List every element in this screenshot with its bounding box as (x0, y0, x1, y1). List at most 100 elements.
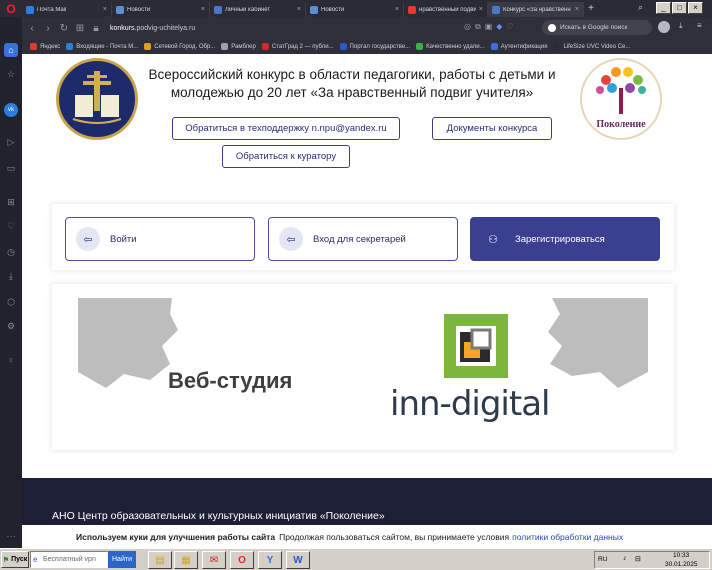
search-input[interactable]: Искать в Google поиск (542, 20, 652, 35)
pdf-reader-icon[interactable]: ✉ (202, 551, 226, 569)
clock-date: 30.01.2025 (665, 561, 698, 568)
reload-icon[interactable]: ↻ (56, 23, 72, 34)
opera-menu-icon[interactable]: O (0, 0, 22, 17)
browser-tab[interactable]: нравственный подвиг × (404, 2, 488, 17)
tab-close-icon[interactable]: × (103, 6, 107, 13)
browser-tab[interactable]: Личный кабинет × (210, 2, 306, 17)
taskbar-find-button[interactable]: Найти (108, 551, 136, 568)
bookmark-item[interactable]: Рамблер (221, 43, 256, 50)
vpn-icon[interactable]: ◎ (464, 22, 471, 32)
tab-close-icon[interactable]: × (395, 6, 399, 13)
word-icon[interactable]: W (286, 551, 310, 569)
tab-search-icon[interactable]: ⌕ (638, 2, 643, 13)
cookie-bold: Используем куки для улучшения работы сай… (76, 531, 276, 542)
page-title: Всероссийский конкурс в области педагоги… (148, 67, 556, 100)
privacy-policy-link[interactable]: политики обработки данных (512, 532, 623, 542)
account-avatar[interactable] (658, 21, 670, 33)
bookmark-favicon-icon (221, 43, 229, 50)
support-button[interactable]: Обратиться в техподдержку n.npu@yandex.r… (172, 117, 400, 140)
browser-tab[interactable]: Почта Mail × (22, 2, 112, 17)
heart-icon[interactable]: ♡ (506, 22, 513, 32)
downloads-icon[interactable]: ⤓ (4, 269, 18, 283)
address-bar: ‹ › ↻ ⊞ 🔒︎ konkurs.podvig-uchitelya.ru ◎… (0, 17, 712, 39)
tab-favicon-icon (408, 5, 416, 14)
google-icon (548, 23, 556, 32)
bookmark-label: Портал государстве... (349, 43, 411, 50)
tab-favicon-icon (310, 5, 318, 14)
auth-panel: ⇦ Войти ⇦ Вход для секретарей ⚇ Зарегист… (52, 204, 674, 270)
volume-icon[interactable]: ♪ (623, 555, 627, 562)
bookmark-label: LifeSize UVC Video Ce... (563, 43, 631, 50)
bookmark-item[interactable]: LifeSize UVC Video Ce... (553, 43, 630, 50)
partner-banner[interactable]: Веб-студия inn-digital (52, 284, 674, 450)
bookmark-item[interactable]: СтатГрад 2 — публи... (261, 43, 334, 50)
tab-favicon-icon (214, 5, 222, 14)
register-button[interactable]: ⚇ Зарегистрироваться (470, 217, 660, 261)
file-manager-icon[interactable]: ▤ (148, 551, 172, 569)
home-icon[interactable]: ⌂ (4, 43, 18, 57)
tab-label: нравственный подвиг (419, 6, 476, 13)
documents-button[interactable]: Документы конкурса (432, 117, 552, 140)
login-label: Войти (110, 233, 137, 245)
windows-flag-icon: ⚑ (2, 556, 10, 564)
bookmark-item[interactable]: Качественно удали... (416, 43, 485, 50)
url-field[interactable]: konkurs.podvig-uchitelya.ru (110, 25, 195, 32)
explorer-icon[interactable]: ▦ (174, 551, 198, 569)
opera-taskbar-icon[interactable]: O (230, 551, 254, 569)
bookmark-favicon-icon (66, 43, 74, 50)
bookmark-item[interactable]: Сетевой Город. Обр... (144, 43, 215, 50)
taskbar-search-icon: e (33, 555, 38, 564)
bookmark-label: Качественно удали... (426, 43, 485, 50)
browser-tab[interactable]: Новости × (306, 2, 404, 17)
browser-tab[interactable]: Конкурс «За нравственн × (488, 2, 584, 17)
download-icon[interactable]: ⤓ (679, 21, 683, 31)
bookmark-item[interactable]: Аутентификация (490, 43, 547, 50)
vk-icon[interactable]: vk (4, 103, 18, 117)
tab-close-icon[interactable]: × (201, 6, 205, 13)
heart-sidebar-icon[interactable]: ♡ (4, 219, 18, 233)
browser-tab-bar: O Почта Mail × Новости × Личный кабинет × Ново… (0, 0, 712, 17)
menu-icon[interactable]: ≡ (697, 21, 702, 30)
star-icon[interactable]: ☆ (4, 67, 18, 81)
browser-sidebar: ⌂ ☆ vk ▷ ▭ ⊞ ♡ ◷ ⤓ ⬡ ⚙ ♀ ··· (0, 17, 22, 548)
grid-apps-icon[interactable]: ⊞ (4, 195, 18, 209)
bookmark-favicon-icon (261, 43, 269, 50)
back-icon[interactable]: ‹ (24, 23, 40, 34)
more-icon[interactable]: ··· (4, 529, 18, 543)
cube-icon[interactable]: ⬡ (4, 295, 18, 309)
tab-close-icon[interactable]: × (575, 6, 579, 13)
bookmark-item[interactable]: Входящие - Почта М... (66, 43, 138, 50)
tab-favicon-icon (26, 5, 34, 14)
network-icon[interactable]: ⊟ (635, 555, 641, 563)
maximize-button[interactable]: □ (672, 2, 687, 14)
tab-close-icon[interactable]: × (479, 6, 483, 13)
yandex-browser-icon[interactable]: Y (258, 551, 282, 569)
tab-label: Новости (321, 6, 345, 13)
start-button[interactable]: ⚑ Пуск (1, 551, 29, 568)
bookmark-item[interactable]: Яндекс (30, 43, 60, 50)
minimize-button[interactable]: _ (656, 2, 671, 14)
grid-icon[interactable]: ⊞ (72, 23, 88, 34)
forward-icon[interactable]: › (40, 23, 56, 34)
wallet-icon[interactable]: ▭ (4, 161, 18, 175)
taskbar-search-input[interactable]: e Бесплатный vpn (30, 551, 108, 568)
bookmark-favicon-icon (339, 43, 347, 50)
language-indicator[interactable]: RU (598, 556, 607, 563)
play-icon[interactable]: ▷ (4, 135, 18, 149)
login-button[interactable]: ⇦ Войти (65, 217, 255, 261)
bookmark-label: СтатГрад 2 — публи... (271, 43, 334, 50)
camera-icon[interactable]: ▣ (485, 22, 493, 32)
share-icon[interactable]: ⧉ (475, 22, 481, 32)
close-window-button[interactable]: × (688, 2, 703, 14)
secretary-login-button[interactable]: ⇦ Вход для секретарей (268, 217, 458, 261)
lock-icon: 🔒︎ (93, 22, 99, 34)
browser-tab[interactable]: Новости × (112, 2, 210, 17)
tab-close-icon[interactable]: × (297, 6, 301, 13)
settings-icon[interactable]: ⚙ (4, 319, 18, 333)
bookmark-item[interactable]: Портал государстве... (339, 43, 411, 50)
curator-button[interactable]: Обратиться к куратору (222, 145, 350, 168)
bulb-icon[interactable]: ♀ (4, 353, 18, 367)
new-tab-button[interactable]: + (584, 3, 598, 14)
history-icon[interactable]: ◷ (4, 245, 18, 259)
shield-icon[interactable]: ◆ (496, 22, 502, 32)
